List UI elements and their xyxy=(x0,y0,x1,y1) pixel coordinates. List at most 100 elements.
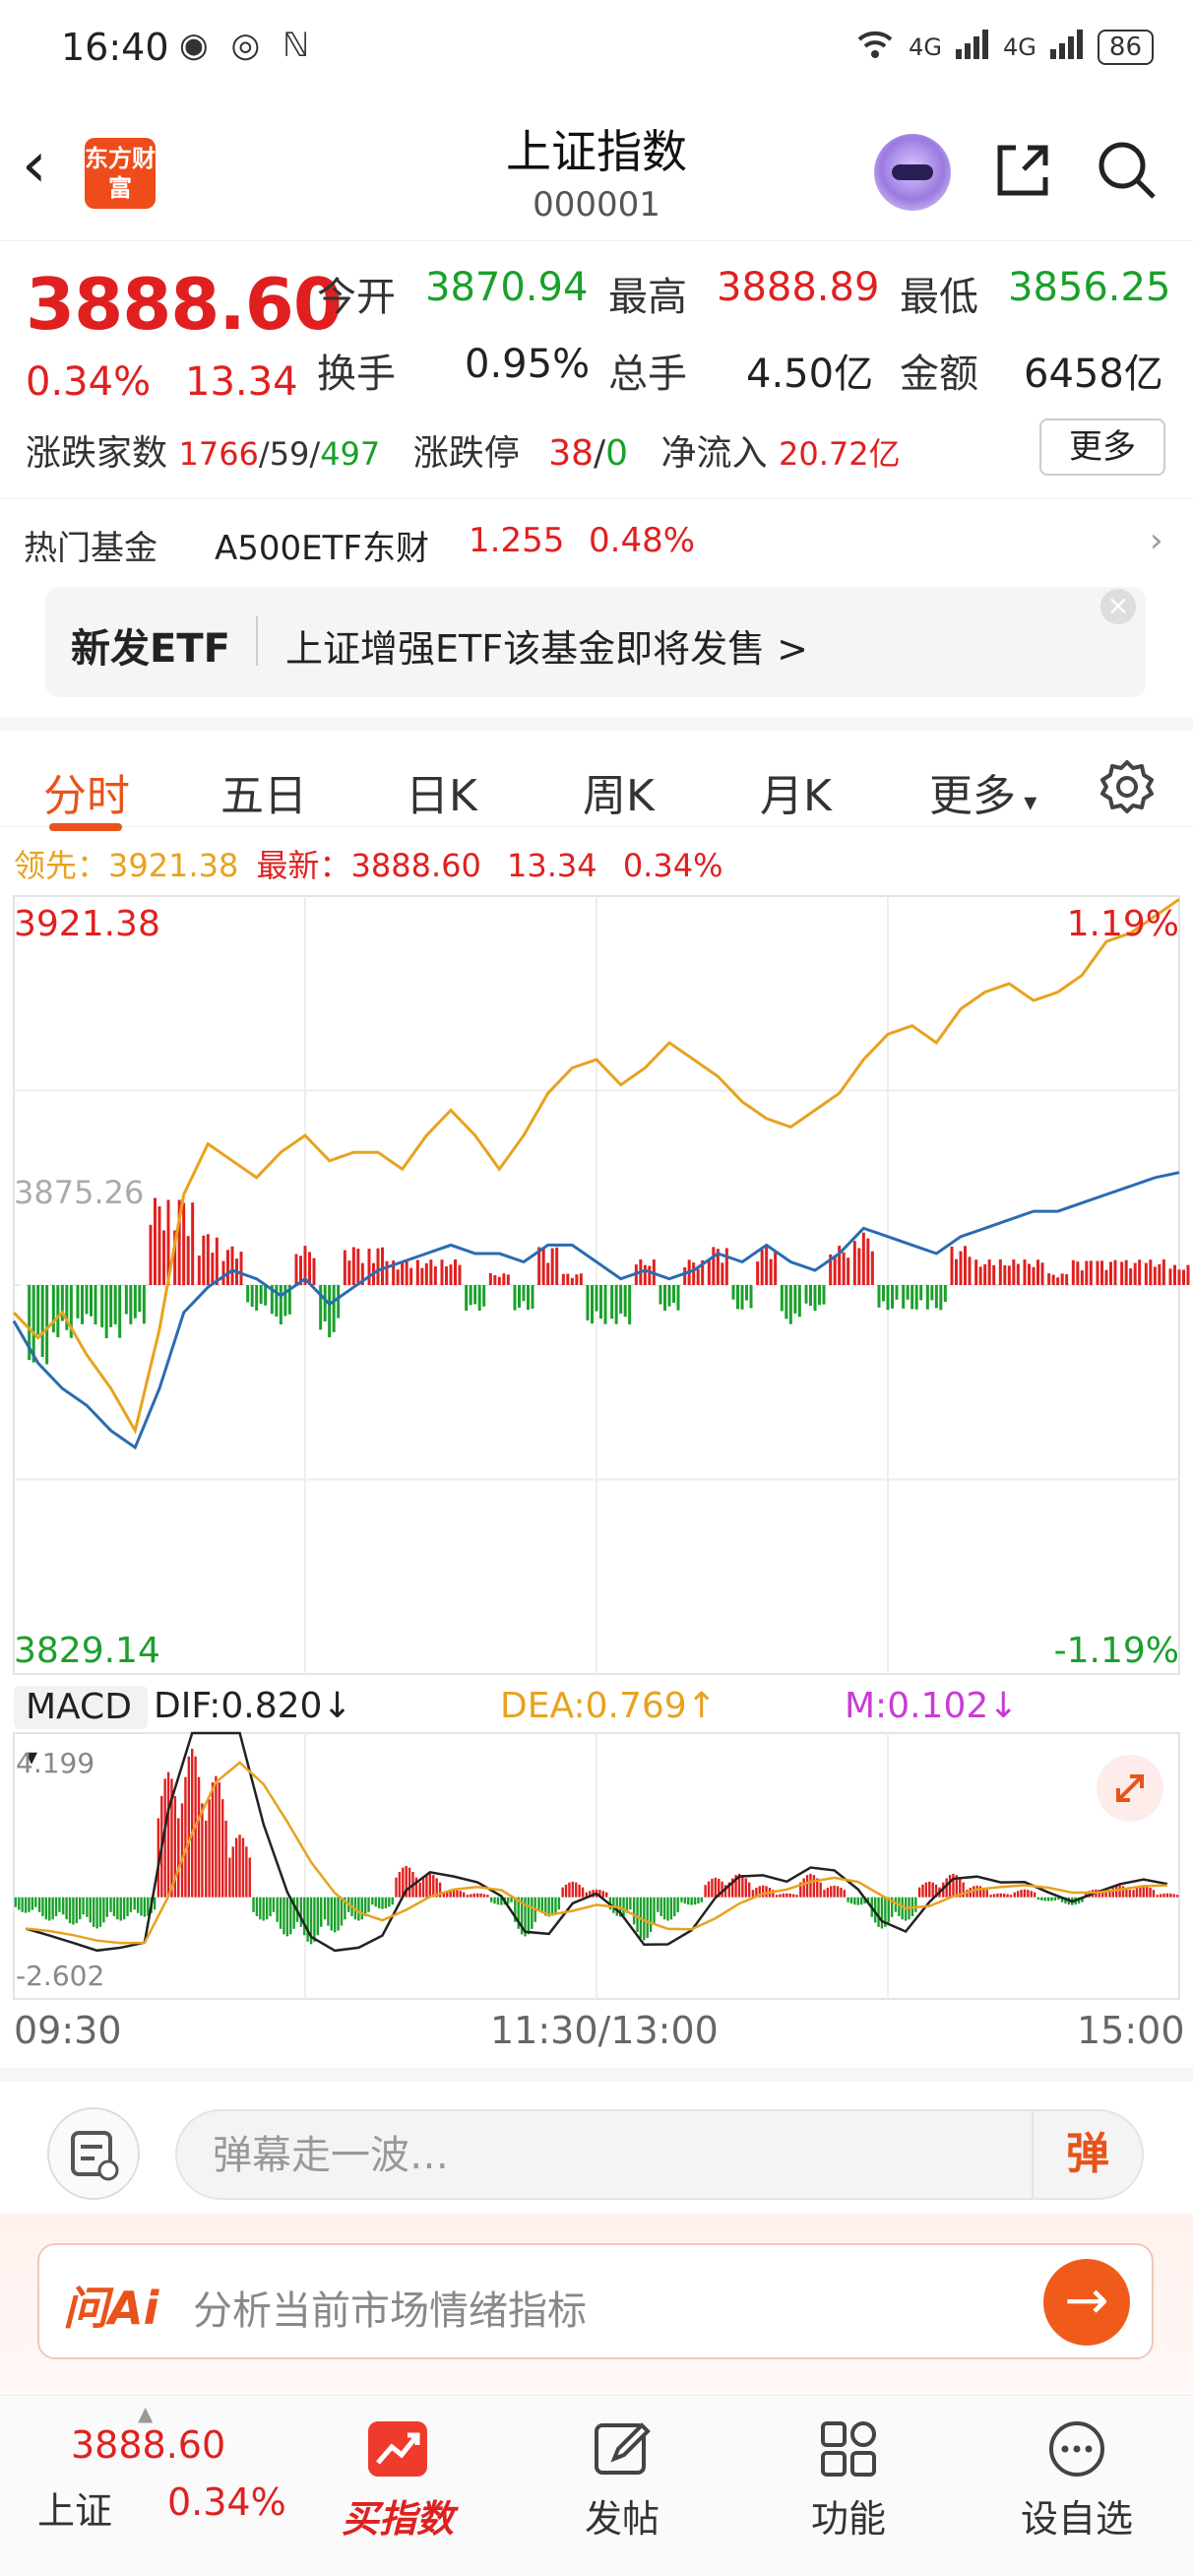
volume-bar xyxy=(433,1266,437,1285)
tab-intraday[interactable]: 分时 xyxy=(43,760,130,823)
volume-bar xyxy=(246,1285,250,1303)
macd-bar xyxy=(809,1873,812,1898)
time-tick-start: 09:30 xyxy=(14,2009,122,2052)
tab-more[interactable]: 更多 ▾ xyxy=(929,760,1036,823)
share-icon[interactable] xyxy=(994,142,1051,199)
volume-bar xyxy=(415,1259,419,1285)
volume-bar xyxy=(857,1248,861,1285)
banner-text: 上证增强ETF该基金即将发售 > xyxy=(285,627,808,671)
macd-bar xyxy=(554,1897,557,1913)
tab-month-k[interactable]: 月K xyxy=(760,760,832,823)
arrow-right-icon[interactable]: → xyxy=(1043,2259,1130,2346)
volume-bar xyxy=(847,1257,850,1285)
macd-bar xyxy=(58,1897,61,1912)
volume-bar xyxy=(974,1259,978,1285)
macd-bar xyxy=(836,1886,840,1898)
volume-bar xyxy=(760,1249,764,1285)
volume-bar xyxy=(566,1273,570,1285)
volume-bar xyxy=(978,1266,982,1285)
y-bottom-label: 3829.14 xyxy=(14,1631,160,1671)
edit-icon xyxy=(595,2422,651,2475)
tab-five-day[interactable]: 五日 xyxy=(220,760,307,823)
high-item: 最高 xyxy=(608,265,687,322)
volume-bar xyxy=(1149,1259,1153,1285)
signal-icon-2: 4G xyxy=(1003,33,1036,61)
macd-bar xyxy=(1156,1895,1159,1898)
macd-bar xyxy=(659,1897,662,1916)
macd-bar xyxy=(669,1897,673,1920)
macd-bar xyxy=(204,1820,208,1898)
macd-bar xyxy=(847,1897,849,1902)
macd-bar xyxy=(265,1897,269,1920)
close-icon[interactable]: × xyxy=(1100,589,1136,624)
volume-bar xyxy=(939,1285,943,1311)
macd-bar xyxy=(218,1782,220,1898)
hot-fund-row[interactable]: 热门基金 A500ETF东财 1.255 0.48% › xyxy=(0,498,1193,577)
macd-bar xyxy=(605,1892,608,1898)
danmu-input[interactable] xyxy=(213,2127,1000,2184)
macd-bar xyxy=(1175,1895,1179,1898)
nav-post[interactable]: 发帖 xyxy=(543,2412,701,2543)
volume-bar xyxy=(793,1285,797,1314)
comment-settings-button[interactable] xyxy=(47,2107,140,2200)
macd-bar xyxy=(197,1776,201,1898)
macd-bar xyxy=(313,1897,316,1942)
volume-bar xyxy=(914,1285,918,1310)
more-button[interactable]: 更多 xyxy=(1039,419,1165,476)
volume-bar xyxy=(409,1267,413,1285)
macd-bar xyxy=(952,1873,955,1898)
macd-bottom-label: -2.602 xyxy=(16,1960,104,1992)
macd-bar xyxy=(1023,1889,1027,1898)
volume-bar xyxy=(861,1232,865,1285)
expand-icon[interactable] xyxy=(1097,1755,1163,1822)
nav-buy-index[interactable]: 买指数 xyxy=(319,2412,476,2543)
wifi-icon xyxy=(855,28,895,67)
volume-bar xyxy=(275,1285,279,1317)
volume-bar xyxy=(502,1273,506,1285)
volume-bar xyxy=(531,1285,534,1309)
macd-bar xyxy=(367,1897,370,1912)
volume-bar xyxy=(1023,1259,1027,1285)
macd-bar xyxy=(201,1803,204,1898)
nav-index-pct[interactable]: 0.34% xyxy=(167,2480,286,2524)
new-etf-banner[interactable]: 新发ETF 上证增强ETF该基金即将发售 > × xyxy=(45,587,1146,697)
tab-week-k[interactable]: 周K xyxy=(583,760,655,823)
intraday-chart[interactable]: 3921.38 1.19% 3875.26 3829.14 -1.19% xyxy=(0,886,1193,1680)
volume-bar xyxy=(376,1248,380,1285)
nav-add-watchlist[interactable]: 设自选 xyxy=(998,2412,1156,2543)
trend-icon xyxy=(368,2421,427,2477)
nav-index-name[interactable]: 上证 xyxy=(37,2480,112,2535)
macd-bar xyxy=(741,1875,744,1898)
volume-bar xyxy=(482,1285,486,1307)
macd-bar xyxy=(795,1895,798,1898)
ai-robot-icon[interactable] xyxy=(874,134,951,211)
volume-bar xyxy=(1080,1270,1084,1285)
macd-bar xyxy=(428,1873,432,1898)
macd-bar xyxy=(86,1897,89,1917)
nav-functions[interactable]: 功能 xyxy=(770,2412,927,2543)
tab-day-k[interactable]: 日K xyxy=(406,760,477,823)
search-icon[interactable] xyxy=(1097,140,1158,201)
macd-bar xyxy=(395,1877,398,1898)
volume-bar xyxy=(833,1255,837,1285)
macd-bar xyxy=(1053,1897,1057,1900)
macd-chart[interactable]: 4.199 -2.602 xyxy=(0,1694,1193,2005)
danmu-send-button[interactable]: 弹 xyxy=(1032,2111,1142,2198)
macd-bar xyxy=(1135,1888,1139,1898)
volume-bar xyxy=(1065,1274,1069,1285)
hot-fund-price: 1.255 xyxy=(469,521,565,560)
status-time: 16:40 xyxy=(61,26,169,69)
volume-bar xyxy=(1168,1268,1172,1285)
macd-bar xyxy=(248,1857,251,1898)
macd-bar xyxy=(493,1897,496,1904)
macd-bar xyxy=(34,1897,37,1907)
ai-ask-box[interactable]: 问Ai 分析当前市场情绪指标 → xyxy=(37,2243,1154,2359)
macd-bar xyxy=(306,1897,309,1942)
gear-icon[interactable] xyxy=(1099,758,1156,815)
macd-bar xyxy=(191,1748,194,1898)
nav-index-price[interactable]: 3888.60 xyxy=(71,2423,225,2467)
high-label: 最高 xyxy=(608,275,687,320)
macd-bar xyxy=(231,1846,234,1898)
signal-icon: 4G xyxy=(909,33,943,61)
macd-bar xyxy=(1030,1891,1033,1898)
